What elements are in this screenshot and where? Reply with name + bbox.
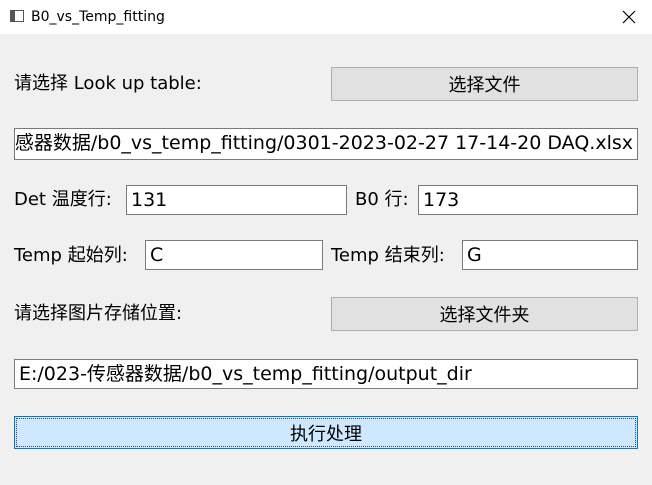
- output-dir-label: 请选择图片存储位置:: [14, 303, 183, 324]
- lookup-table-path-field[interactable]: E:/023-传感器数据/b0_vs_temp_fitting/0301-202…: [14, 128, 638, 160]
- window-title: B0_vs_Temp_fitting: [31, 9, 165, 25]
- close-button[interactable]: [606, 0, 652, 34]
- close-icon: [622, 10, 636, 24]
- lookup-table-path-text: E:/023-传感器数据/b0_vs_temp_fitting/0301-202…: [14, 132, 633, 154]
- b0-row-input[interactable]: 173: [418, 185, 638, 215]
- temp-end-col-label: Temp 结束列:: [331, 245, 445, 266]
- temp-start-col-label: Temp 起始列:: [14, 245, 128, 266]
- output-dir-path-field[interactable]: E:/023-传感器数据/b0_vs_temp_fitting/output_d…: [14, 359, 638, 389]
- det-temp-row-input[interactable]: 131: [126, 185, 347, 215]
- det-temp-row-label: Det 温度行:: [14, 189, 112, 210]
- select-file-button[interactable]: 选择文件: [331, 67, 638, 101]
- temp-start-col-input[interactable]: C: [145, 240, 323, 270]
- temp-end-col-input[interactable]: G: [462, 240, 638, 270]
- app-window-icon: [10, 10, 24, 22]
- lookup-table-label: 请选择 Look up table:: [14, 73, 202, 94]
- b0-row-label: B0 行:: [355, 189, 409, 210]
- execute-button[interactable]: 执行处理: [14, 416, 638, 449]
- title-bar: B0_vs_Temp_fitting: [0, 0, 652, 34]
- select-folder-button[interactable]: 选择文件夹: [331, 297, 638, 331]
